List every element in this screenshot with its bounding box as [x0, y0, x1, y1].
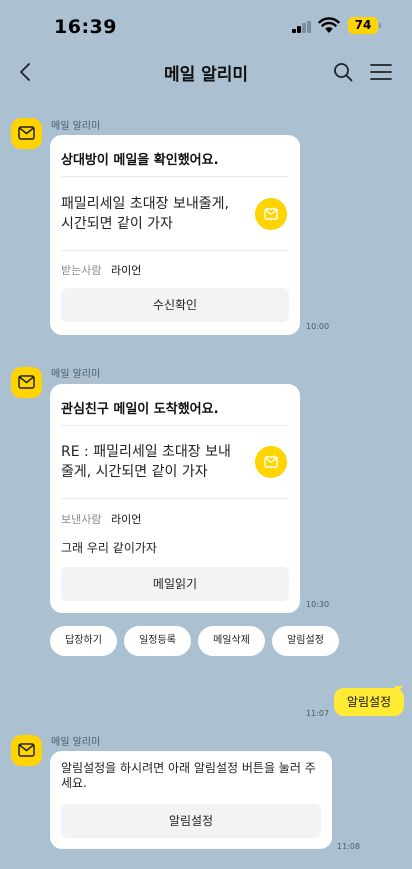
envelope-icon: [264, 456, 278, 468]
quick-reply-notification[interactable]: 알림설정: [272, 626, 339, 656]
battery-level: 74: [354, 18, 372, 32]
mail-read-card: 상대방이 메일을 확인했어요. 패밀리세일 초대장 보내줄게, 시간되면 같이 …: [50, 135, 300, 335]
chat-header: 메일 알리미: [0, 52, 412, 92]
battery-cap: [379, 23, 381, 28]
mail-arrived-card: 관심친구 메일이 도착했어요. RE : 패밀리세일 초대장 보내줄게, 시간되…: [50, 384, 300, 613]
sender-label: 보낸사람: [61, 513, 102, 526]
mail-subject: RE : 패밀리세일 초대장 보내줄게, 시간되면 같이 가자: [61, 444, 231, 480]
sender-avatar[interactable]: [11, 118, 42, 149]
signal-icon: [292, 21, 312, 33]
quick-reply-delete[interactable]: 메일삭제: [198, 626, 265, 656]
notification-settings-button[interactable]: 알림설정: [61, 804, 321, 838]
quick-reply-schedule[interactable]: 일정등록: [124, 626, 191, 656]
search-button[interactable]: [331, 60, 355, 84]
user-message[interactable]: 알림설정: [334, 688, 404, 716]
sender-avatar[interactable]: [11, 735, 42, 766]
mail-sender-name: 라이언: [110, 513, 142, 526]
status-bar: 16:39 74: [0, 0, 412, 56]
card-divider: [61, 176, 289, 177]
mail-preview: 그래 우리 같이가자: [61, 541, 157, 555]
envelope-icon: [18, 375, 35, 389]
read-mail-button[interactable]: 메일읽기: [61, 567, 289, 601]
card-divider: [61, 250, 289, 251]
sender-name: 메일 알리미: [51, 121, 101, 132]
message-time: 11:08: [337, 842, 361, 851]
envelope-icon: [264, 208, 278, 220]
mail-badge: [255, 198, 287, 230]
card-divider: [61, 498, 289, 499]
read-receipt-button[interactable]: 수신확인: [61, 288, 289, 322]
notice-text: 알림설정을 하시려면 아래 알림설정 버튼을 눌러 주세요.: [61, 761, 316, 790]
sender-avatar[interactable]: [11, 367, 42, 398]
recipient-label: 받는사람: [61, 264, 102, 277]
envelope-icon: [18, 743, 35, 757]
quick-reply-reply[interactable]: 답장하기: [50, 626, 117, 656]
card-title: 상대방이 메일을 확인했어요.: [61, 153, 219, 168]
sender-name: 메일 알리미: [51, 737, 101, 748]
menu-button[interactable]: [369, 60, 393, 84]
card-title: 관심친구 메일이 도착했어요.: [61, 402, 219, 417]
envelope-icon: [18, 126, 35, 140]
sender-name: 메일 알리미: [51, 369, 101, 380]
mail-subject: 패밀리세일 초대장 보내줄게, 시간되면 같이 가자: [61, 196, 229, 232]
chat-screen: 16:39 74 메일 알리미 메일 알리미 상대방이 메일을 확인했어요. 패…: [0, 0, 412, 869]
message-time: 11:07: [306, 709, 330, 718]
sender-row: 보낸사람 라이언: [61, 511, 141, 527]
mail-badge: [255, 446, 287, 478]
battery-icon: 74: [348, 17, 378, 34]
wifi-icon: [318, 17, 340, 33]
card-divider: [61, 425, 289, 426]
recipient-name: 라이언: [110, 264, 142, 277]
status-time: 16:39: [54, 16, 117, 38]
recipient-row: 받는사람 라이언: [61, 262, 141, 278]
notification-guide-card: 알림설정을 하시려면 아래 알림설정 버튼을 눌러 주세요. 알림설정: [50, 751, 332, 849]
message-time: 10:30: [306, 600, 330, 609]
message-time: 10:00: [306, 322, 330, 331]
